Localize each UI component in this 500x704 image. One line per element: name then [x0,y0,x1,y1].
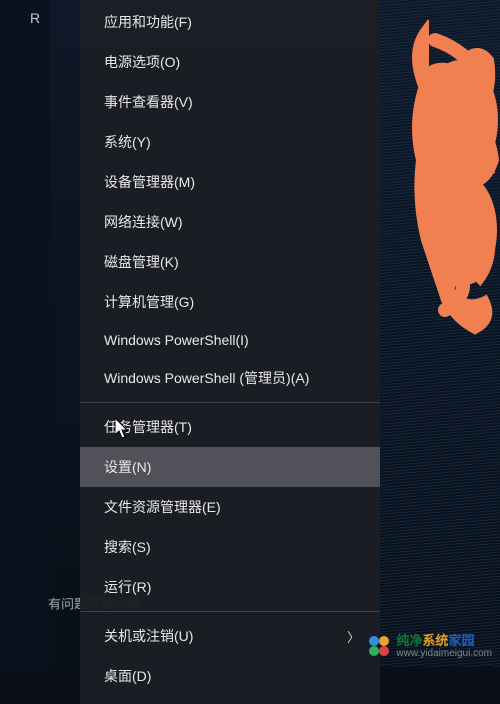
recycle-bin-letter: R [30,10,40,26]
menu-item-label: 文件资源管理器(E) [104,497,221,517]
menu-item-label: 电源选项(O) [104,52,180,72]
menu-item-label: 系统(Y) [104,132,151,152]
menu-item-label: 桌面(D) [104,666,151,686]
menu-separator [80,611,380,612]
watermark-text: 纯净系统家园 www.yidaimeigui.com [396,634,492,659]
menu-computer-management[interactable]: 计算机管理(G) [80,282,380,322]
menu-device-manager[interactable]: 设备管理器(M) [80,162,380,202]
menu-network-connections[interactable]: 网络连接(W) [80,202,380,242]
menu-item-label: 事件查看器(V) [104,92,193,112]
menu-item-label: 设置(N) [104,457,151,477]
menu-desktop[interactable]: 桌面(D) [80,656,380,696]
menu-power-options[interactable]: 电源选项(O) [80,42,380,82]
menu-powershell-admin[interactable]: Windows PowerShell (管理员)(A) [80,358,380,398]
menu-run[interactable]: 运行(R) [80,567,380,607]
menu-disk-management[interactable]: 磁盘管理(K) [80,242,380,282]
chevron-right-icon: 〉 [347,627,360,646]
menu-shutdown-signout[interactable]: 关机或注销(U) 〉 [80,616,380,656]
winx-context-menu: 应用和功能(F) 电源选项(O) 事件查看器(V) 系统(Y) 设备管理器(M)… [80,0,380,704]
menu-file-explorer[interactable]: 文件资源管理器(E) [80,487,380,527]
watermark-brand: 纯净系统家园 [396,634,492,648]
menu-search[interactable]: 搜索(S) [80,527,380,567]
desktop-pattern [380,0,500,667]
menu-item-label: Windows PowerShell(I) [104,332,249,348]
menu-item-label: 搜索(S) [104,537,151,557]
menu-item-label: 设备管理器(M) [104,172,195,192]
menu-apps-features[interactable]: 应用和功能(F) [80,2,380,42]
menu-item-label: 应用和功能(F) [104,12,192,32]
menu-item-label: 计算机管理(G) [104,292,194,312]
watermark: 纯净系统家园 www.yidaimeigui.com [368,634,492,659]
menu-item-label: 任务管理器(T) [104,417,192,437]
menu-item-label: 关机或注销(U) [104,626,193,646]
menu-event-viewer[interactable]: 事件查看器(V) [80,82,380,122]
menu-task-manager[interactable]: 任务管理器(T) [80,407,380,447]
menu-system[interactable]: 系统(Y) [80,122,380,162]
menu-item-label: 运行(R) [104,577,151,597]
menu-item-label: 磁盘管理(K) [104,252,179,272]
menu-settings[interactable]: 设置(N) [80,447,380,487]
menu-powershell[interactable]: Windows PowerShell(I) [80,322,380,358]
menu-item-label: Windows PowerShell (管理员)(A) [104,368,309,388]
menu-separator [80,402,380,403]
menu-item-label: 网络连接(W) [104,212,183,232]
watermark-logo-icon [368,635,390,657]
watermark-url: www.yidaimeigui.com [396,648,492,659]
screen-left-edge: R [0,0,50,667]
